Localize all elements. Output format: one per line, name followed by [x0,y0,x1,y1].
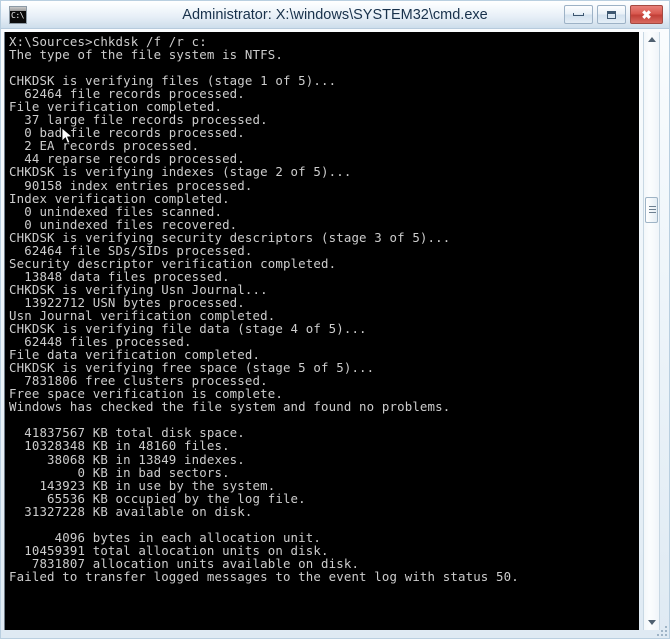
scrollbar-grip-icon [649,206,656,214]
icon-prompt-text: C:\ [11,11,24,20]
close-icon: ✖ [641,7,652,22]
console-output-text: X:\Sources>chkdsk /f /r c: The type of t… [9,34,519,584]
window-resize-grip[interactable] [655,624,667,636]
scrollbar-thumb[interactable] [645,197,658,223]
console-output-area[interactable]: X:\Sources>chkdsk /f /r c: The type of t… [4,32,639,630]
scroll-up-arrow[interactable] [644,32,659,47]
maximize-icon [598,6,625,23]
minimize-button[interactable] [564,5,593,24]
window-titlebar[interactable]: C:\ Administrator: X:\windows\SYSTEM32\c… [1,1,669,29]
close-button[interactable]: ✖ [630,5,663,24]
minimize-icon [565,6,592,23]
cmd-console-icon: C:\ [9,6,27,24]
console-window: C:\ Administrator: X:\windows\SYSTEM32\c… [0,0,670,639]
maximize-button[interactable] [597,5,626,24]
vertical-scrollbar[interactable] [643,32,660,630]
